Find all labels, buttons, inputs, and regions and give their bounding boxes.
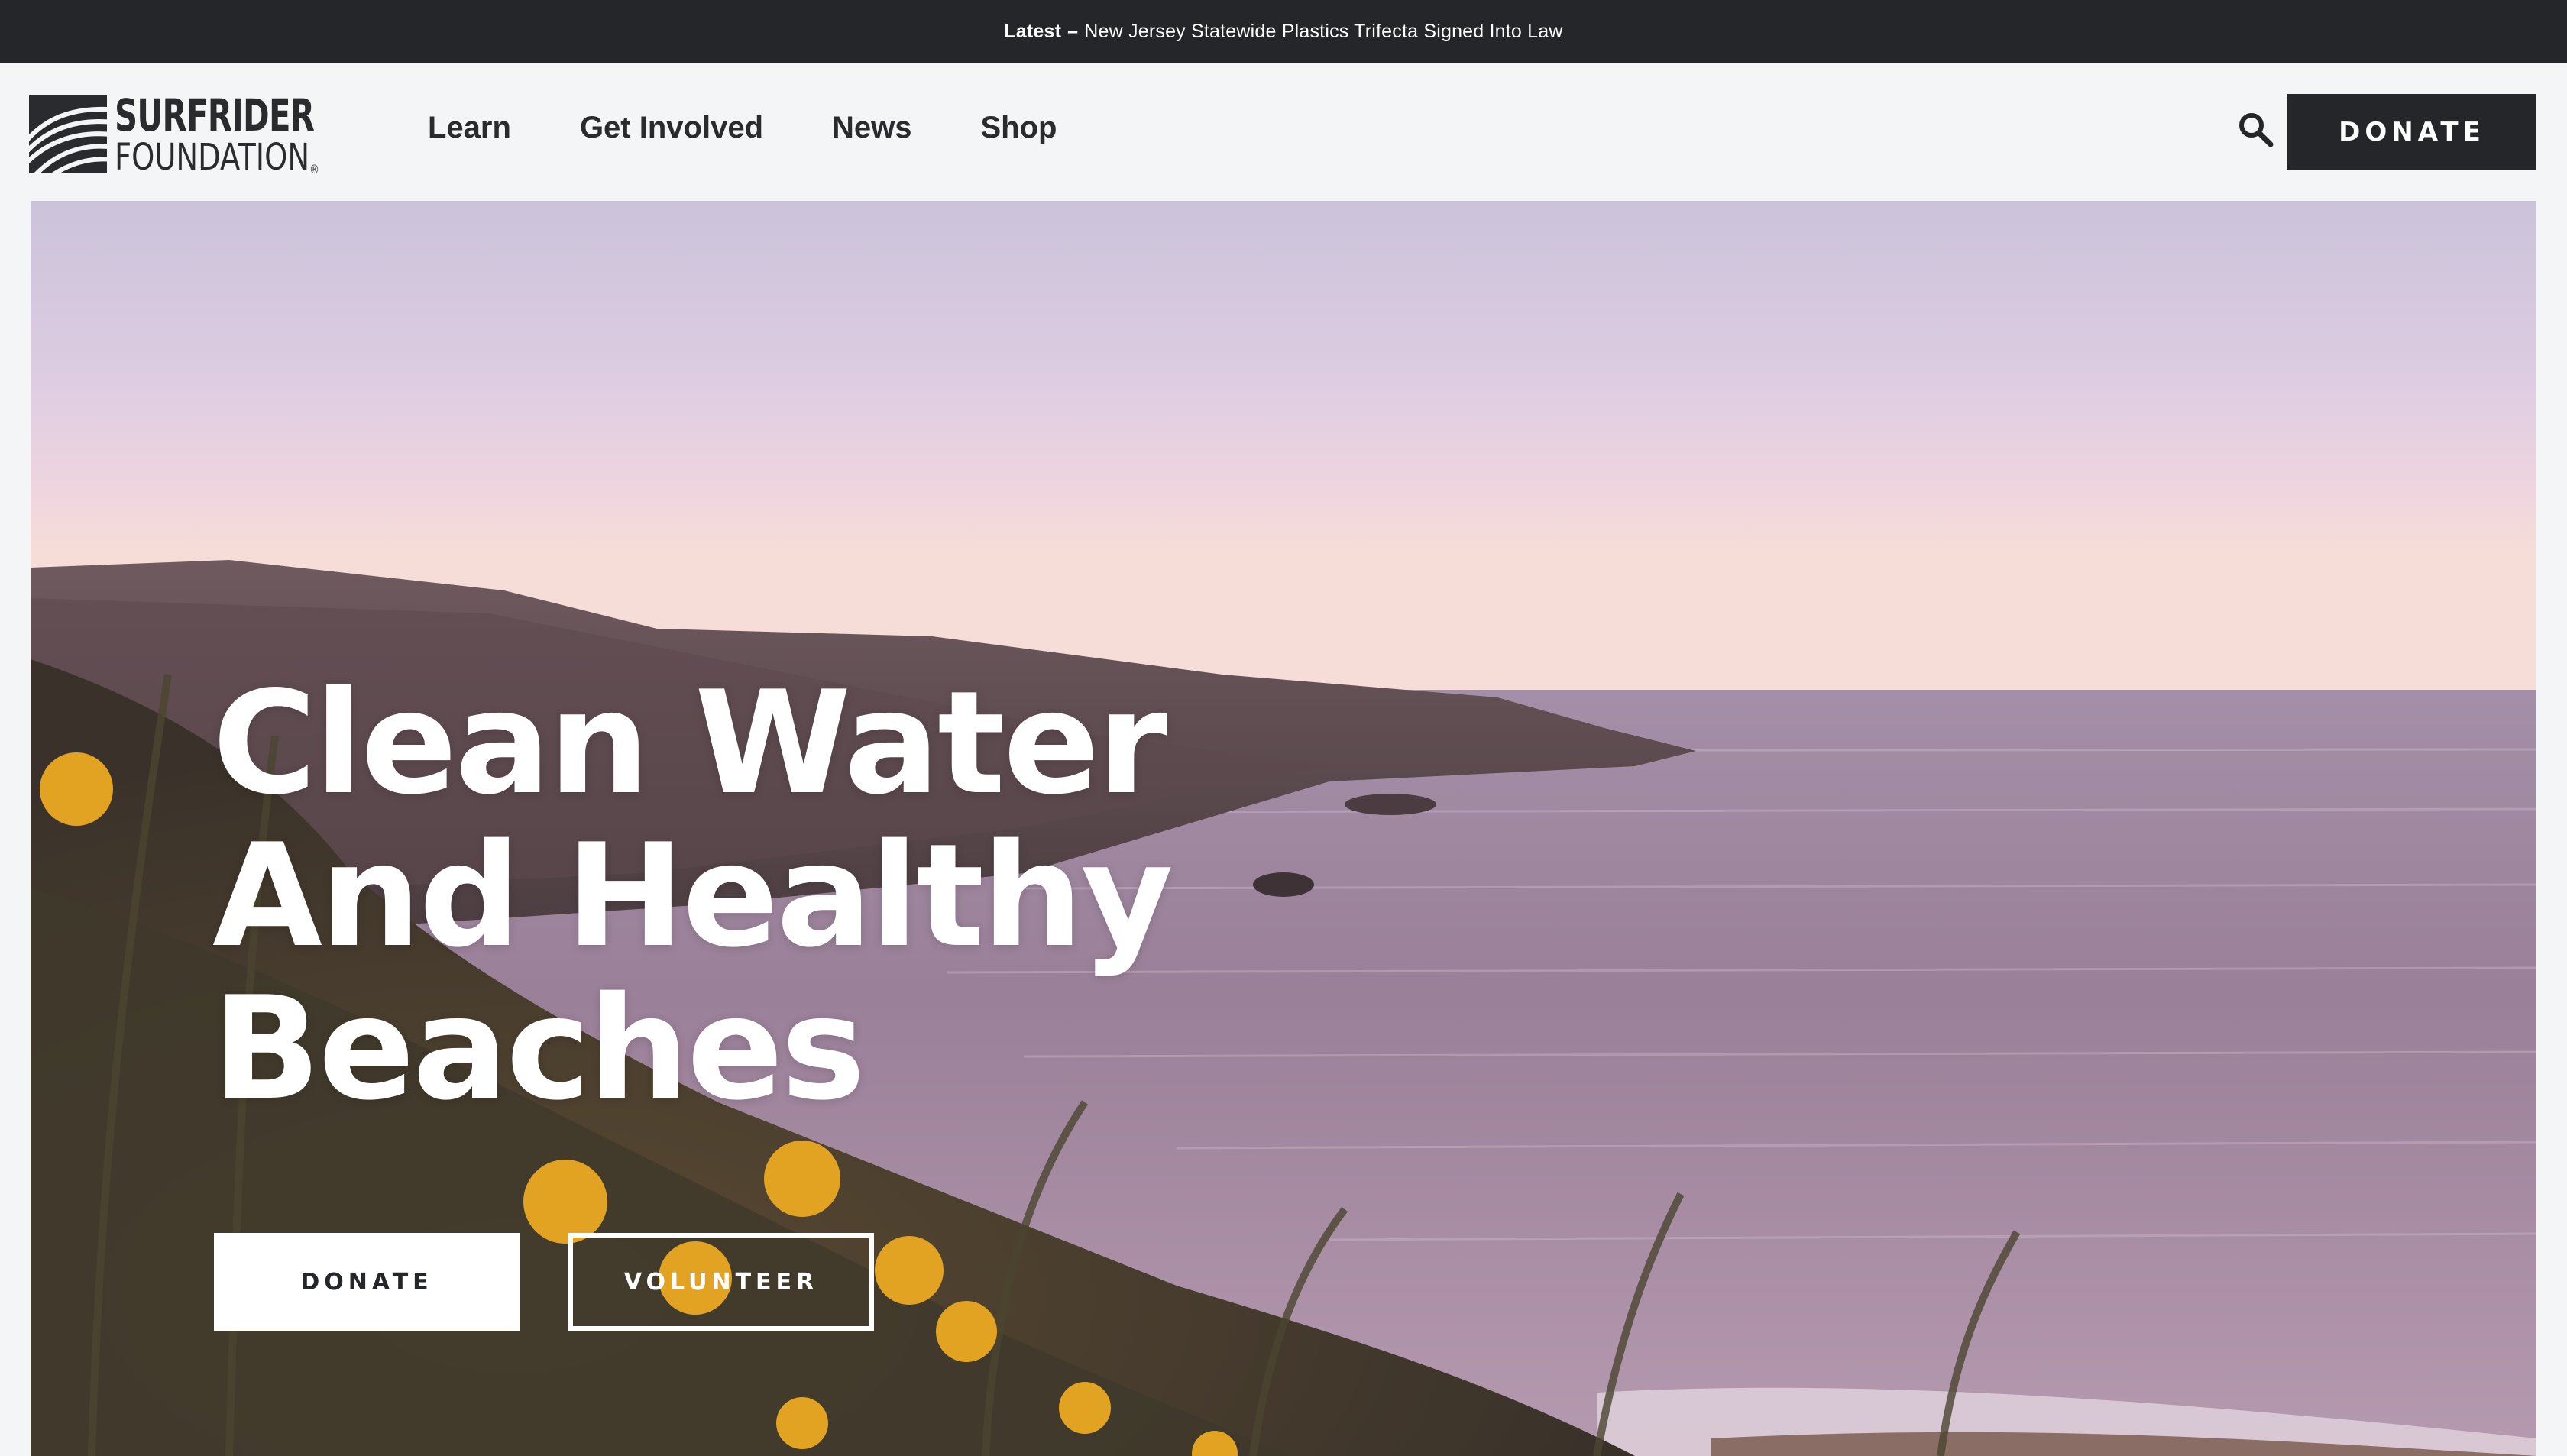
logo-line-1: SURFRIDER [115, 89, 315, 141]
hero-volunteer-button[interactable]: VOLUNTEER [568, 1233, 874, 1331]
logo-line-2: FOUNDATION® [115, 139, 336, 176]
nav-item-learn[interactable]: Learn [428, 111, 511, 145]
hero-donate-button[interactable]: DONATE [214, 1233, 520, 1331]
search-icon [2239, 113, 2274, 147]
hero-title-line-3: Beaches [212, 966, 866, 1131]
header-donate-button[interactable]: DONATE [2287, 94, 2536, 170]
hero-title: Clean Water And Healthy Beaches [212, 660, 1173, 1131]
surfrider-logo[interactable]: SURFRIDER FOUNDATION® [29, 92, 392, 176]
hero-title-line-2: And Healthy [212, 813, 1173, 979]
announcement-bar[interactable]: Latest – New Jersey Statewide Plastics T… [0, 0, 2567, 63]
wave-logo-icon [29, 95, 107, 174]
main-nav: Learn Get Involved News Shop [428, 111, 1125, 145]
hero-section: Clean Water And Healthy Beaches DONATE V… [31, 201, 2536, 1456]
announcement-label: Latest [1004, 21, 1062, 42]
search-button[interactable] [2237, 111, 2275, 149]
registered-mark: ® [309, 162, 319, 176]
nav-item-news[interactable]: News [832, 111, 912, 145]
site-header: SURFRIDER FOUNDATION® Learn Get Involved… [0, 63, 2567, 201]
nav-item-get-involved[interactable]: Get Involved [580, 111, 763, 145]
announcement-text[interactable]: New Jersey Statewide Plastics Trifecta S… [1084, 21, 1562, 43]
hero-title-line-1: Clean Water [212, 660, 1167, 826]
logo-line-2-text: FOUNDATION [115, 136, 310, 179]
announcement-separator: – [1067, 21, 1079, 42]
nav-item-shop[interactable]: Shop [981, 111, 1057, 145]
